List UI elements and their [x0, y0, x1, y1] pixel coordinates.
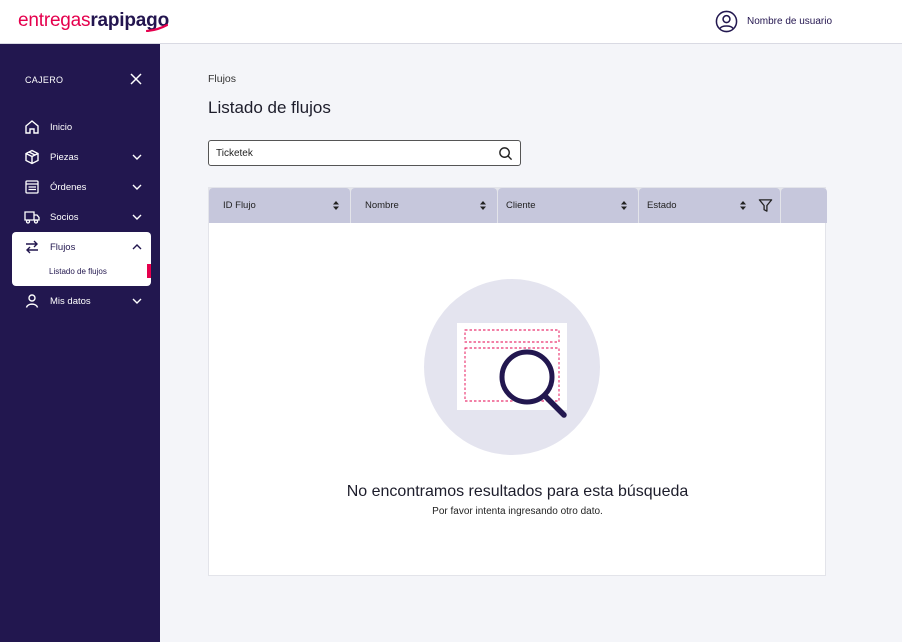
table-header: ID Flujo Nombre Cliente Estado	[209, 188, 827, 223]
user-icon	[24, 293, 40, 309]
sidebar-title: CAJERO	[25, 75, 64, 85]
search-input-value: Ticketek	[216, 148, 253, 159]
page-title: Listado de flujos	[208, 98, 331, 117]
list-icon	[24, 179, 40, 195]
chevron-down-icon	[132, 184, 142, 190]
empty-results-illustration	[424, 279, 600, 455]
truck-icon	[24, 209, 40, 225]
sidebar-item-socios[interactable]: Socios	[24, 207, 144, 227]
breadcrumb[interactable]: Flujos	[208, 73, 236, 85]
sidebar-item-label: Mis datos	[50, 295, 91, 307]
sort-icon[interactable]	[479, 200, 487, 211]
column-header-cliente[interactable]: Cliente	[498, 188, 638, 223]
column-header-actions	[781, 188, 827, 223]
sidebar-item-flujos[interactable]: Flujos	[24, 237, 144, 257]
sort-icon[interactable]	[739, 200, 747, 211]
user-name: Nombre de usuario	[747, 16, 833, 27]
brand-logo[interactable]: entregasrapipago	[18, 10, 169, 32]
column-header-id-flujo[interactable]: ID Flujo	[209, 188, 350, 223]
sort-icon[interactable]	[620, 200, 628, 211]
chevron-down-icon	[132, 298, 142, 304]
box-icon	[24, 149, 40, 165]
sidebar-item-label: Órdenes	[50, 181, 87, 193]
filter-icon[interactable]	[758, 198, 773, 213]
sidebar-item-piezas[interactable]: Piezas	[24, 147, 144, 167]
column-label: Cliente	[506, 200, 536, 211]
chevron-down-icon	[132, 214, 142, 220]
chevron-down-icon	[132, 154, 142, 160]
close-icon[interactable]	[130, 73, 142, 85]
search-icon[interactable]	[498, 146, 513, 161]
sidebar-subitem-listado-de-flujos[interactable]: Listado de flujos	[49, 267, 107, 276]
sidebar: CAJERO Inicio Piezas Órdenes Socios Fluj…	[0, 44, 160, 642]
sort-icon[interactable]	[332, 200, 340, 211]
sidebar-item-label: Inicio	[50, 121, 73, 133]
logo-swoosh-icon	[146, 24, 168, 32]
top-header: entregasrapipago Nombre de usuario	[0, 0, 902, 44]
user-menu[interactable]: Nombre de usuario	[715, 10, 832, 33]
active-indicator	[147, 264, 151, 278]
column-label: Nombre	[365, 200, 399, 211]
sidebar-item-label: Socios	[50, 211, 79, 223]
sidebar-item-mis-datos[interactable]: Mis datos	[24, 291, 144, 311]
sidebar-item-flujos-expanded: Flujos Listado de flujos	[12, 232, 151, 286]
empty-state-subtitle: Por favor intenta ingresando otro dato.	[432, 506, 603, 517]
column-header-nombre[interactable]: Nombre	[351, 188, 497, 223]
search-input[interactable]: Ticketek	[208, 140, 521, 166]
sidebar-item-label: Flujos	[50, 241, 76, 253]
empty-state-title: No encontramos resultados para esta búsq…	[346, 483, 689, 500]
flows-table: ID Flujo Nombre Cliente Estado No encont…	[208, 187, 827, 576]
sidebar-item-label: Piezas	[50, 151, 79, 163]
chevron-up-icon	[132, 244, 142, 250]
user-avatar-icon	[715, 10, 738, 33]
column-label: Estado	[647, 200, 677, 211]
swap-icon	[24, 239, 40, 255]
sidebar-item-ordenes[interactable]: Órdenes	[24, 177, 144, 197]
logo-text-entregas: entregas	[18, 10, 91, 31]
column-label: ID Flujo	[223, 200, 256, 211]
home-icon	[24, 119, 40, 135]
sidebar-item-inicio[interactable]: Inicio	[24, 117, 144, 137]
